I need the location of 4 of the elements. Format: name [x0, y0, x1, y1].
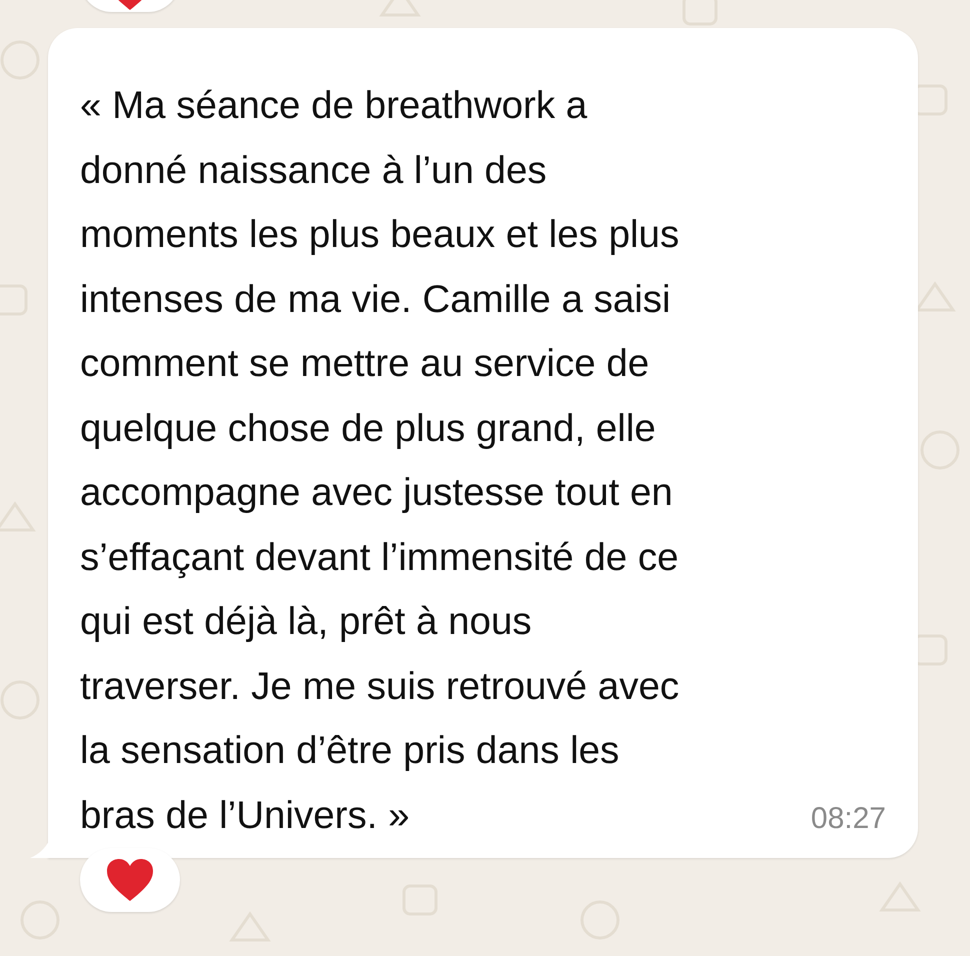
heart-icon — [105, 857, 155, 903]
reaction-pill[interactable] — [80, 848, 180, 912]
message-time: 08:27 — [810, 802, 886, 836]
message-text: « Ma séance de breathwork a donné naissance à l’un des moments les plus beaux et les plus intenses de ma vie. Camille a saisi comment se mettre au service de quelque chose de plus grand, elle accompagne avec justesse tout en s’effaçant devant l’immensité de ce qui est déjà là, prêt à nous traverser. Je me suis retrouvé avec la sensation d’être pris dans les bras de l’Univers. » — [80, 83, 680, 838]
